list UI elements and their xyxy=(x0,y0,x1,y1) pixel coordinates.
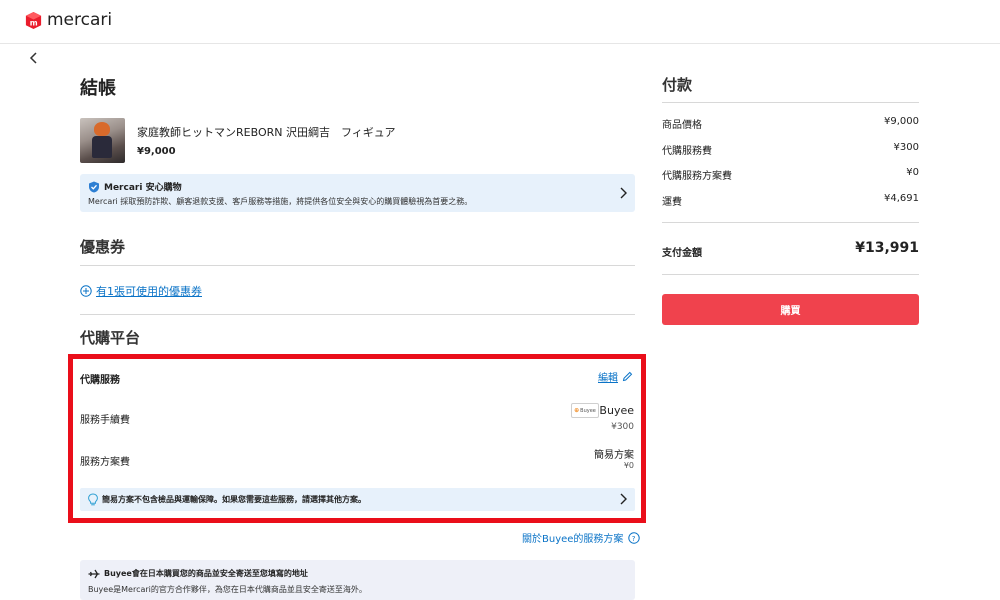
pencil-icon xyxy=(622,371,633,382)
plan-name: 簡易方案 xyxy=(594,450,634,461)
payment-row-shipping: 運費 ¥4,691 xyxy=(662,193,919,208)
row-value: ¥4,691 xyxy=(884,193,919,204)
edit-label[interactable]: 編輯 xyxy=(598,369,618,384)
chevron-right-icon xyxy=(620,493,627,505)
top-bar: m mercari xyxy=(0,0,1000,44)
row-label: 商品價格 xyxy=(662,120,702,131)
shipping-desc: Buyee是Mercari的官方合作夥伴，為您在日本代購商品並且安全寄送至海外。 xyxy=(88,585,367,594)
purchase-button[interactable]: 購買 xyxy=(662,294,919,325)
service-fee-label: 服務手續費 xyxy=(80,415,130,426)
svg-text:?: ? xyxy=(632,534,636,542)
payment-row-item-price: 商品價格 ¥9,000 xyxy=(662,116,919,131)
chevron-left-icon[interactable] xyxy=(26,50,42,66)
row-value: ¥300 xyxy=(893,142,919,153)
available-coupon-link[interactable]: 有1張可使用的優惠券 xyxy=(80,283,202,299)
row-value: ¥9,000 xyxy=(884,116,919,127)
payment-title: 付款 xyxy=(662,76,693,94)
shield-check-icon xyxy=(89,181,99,192)
airplane-icon xyxy=(88,569,100,578)
help-circle-icon: ? xyxy=(628,531,641,544)
mercari-logo-icon: m xyxy=(25,11,42,30)
plan-tip-banner[interactable]: 簡易方案不包含檢品與運輸保障。如果您需要這些服務，請選擇其他方案。 xyxy=(80,488,635,511)
svg-text:m: m xyxy=(30,18,38,27)
safe-banner-desc: Mercari 採取預防詐欺、顧客退款支援、客戶服務等措施，將提供各位安全與安心… xyxy=(88,197,473,206)
product-thumbnail xyxy=(80,118,125,163)
product-summary: 家庭教師ヒットマンREBORN 沢田綱吉 フィギュア ¥9,000 xyxy=(80,118,396,163)
divider xyxy=(80,265,635,266)
edit-service-link[interactable]: 編輯 xyxy=(598,369,633,384)
buyee-logo: ⊕ Buyee xyxy=(571,403,599,418)
row-label: 運費 xyxy=(662,197,682,208)
coupon-section-title: 優惠券 xyxy=(80,238,126,256)
page-title: 結帳 xyxy=(80,78,116,99)
divider xyxy=(80,314,635,315)
mercari-logo[interactable]: m mercari xyxy=(24,11,112,30)
product-name: 家庭教師ヒットマンREBORN 沢田綱吉 フィギュア xyxy=(137,126,396,139)
shipping-title: Buyee會在日本購買您的商品並安全寄送至您填寫的地址 xyxy=(104,569,308,578)
divider xyxy=(662,274,919,275)
chevron-right-icon xyxy=(620,187,627,199)
divider xyxy=(662,222,919,223)
payment-row-plan-fee: 代購服務方案費 ¥0 xyxy=(662,167,919,182)
plan-fee-value: ¥0 xyxy=(623,461,634,470)
product-price: ¥9,000 xyxy=(137,146,176,157)
payment-row-proxy-fee: 代購服務費 ¥300 xyxy=(662,142,919,157)
about-buyee-plan-link[interactable]: 關於Buyee的服務方案 ? xyxy=(522,530,641,545)
provider-name: Buyee xyxy=(599,404,634,417)
proxy-service-label: 代購服務 xyxy=(80,375,120,386)
proxy-section-title: 代購平台 xyxy=(80,329,141,347)
row-label: 代購服務費 xyxy=(662,146,712,157)
buyee-shipping-info: Buyee會在日本購買您的商品並安全寄送至您填寫的地址 Buyee是Mercar… xyxy=(80,560,635,600)
plus-circle-icon xyxy=(80,285,92,297)
safe-purchase-banner[interactable]: Mercari 安心購物 Mercari 採取預防詐欺、顧客退款支援、客戶服務等… xyxy=(80,174,635,212)
divider xyxy=(662,102,919,103)
safe-banner-title: Mercari 安心購物 xyxy=(104,183,182,193)
logo-text: mercari xyxy=(47,10,113,30)
lightbulb-icon xyxy=(88,493,98,506)
plan-fee-label: 服務方案費 xyxy=(80,457,130,468)
row-value: ¥0 xyxy=(906,167,919,178)
service-fee-value: ¥300 xyxy=(611,422,634,432)
total-value: ¥13,991 xyxy=(855,240,919,256)
about-link-text[interactable]: 關於Buyee的服務方案 xyxy=(522,530,623,545)
row-label: 代購服務方案費 xyxy=(662,171,732,182)
coupon-link-text[interactable]: 有1張可使用的優惠券 xyxy=(96,283,202,299)
plan-tip-text: 簡易方案不包含檢品與運輸保障。如果您需要這些服務，請選擇其他方案。 xyxy=(102,495,366,504)
